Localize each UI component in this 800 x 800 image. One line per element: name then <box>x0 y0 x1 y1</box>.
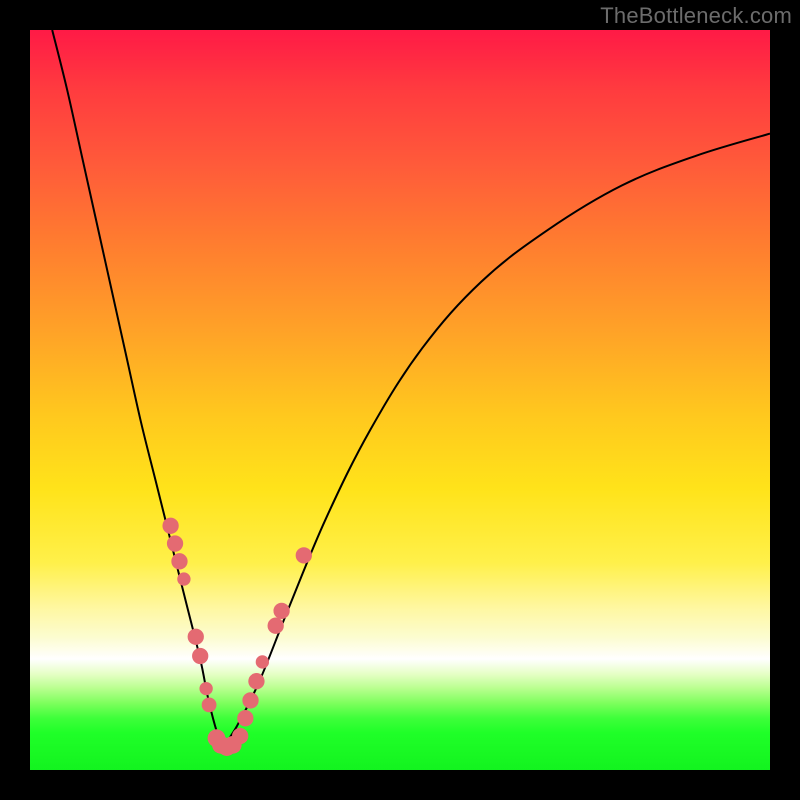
plot-area <box>30 30 770 770</box>
data-point <box>296 547 312 563</box>
data-point <box>256 655 269 668</box>
data-point <box>268 618 284 634</box>
data-point <box>167 535 183 551</box>
series-group <box>52 30 770 748</box>
data-point <box>202 697 217 712</box>
data-point <box>162 518 178 534</box>
marker-group <box>162 518 311 756</box>
watermark-text: TheBottleneck.com <box>600 3 792 29</box>
chart-svg <box>30 30 770 770</box>
data-point <box>248 673 264 689</box>
data-point <box>192 648 208 664</box>
data-point <box>237 710 253 726</box>
curve-right-branch <box>222 134 770 748</box>
data-point <box>242 692 258 708</box>
data-point <box>177 572 190 585</box>
data-point <box>171 553 187 569</box>
chart-frame: TheBottleneck.com <box>0 0 800 800</box>
data-point <box>232 728 248 744</box>
data-point <box>199 682 212 695</box>
data-point <box>273 603 289 619</box>
data-point <box>188 629 204 645</box>
